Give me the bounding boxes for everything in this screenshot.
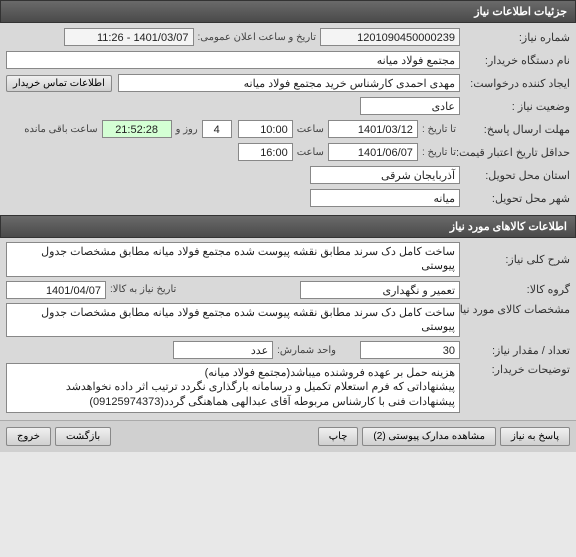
buyer-name-value: مجتمع فولاد میانه (6, 51, 460, 69)
need-date-value: 1401/04/07 (6, 281, 106, 299)
need-date-label: تاریخ نیاز به کالا: (106, 284, 180, 295)
unit-value: عدد (173, 341, 273, 359)
need-info-body: شماره نیاز: 1201090450000239 تاریخ و ساع… (0, 23, 576, 215)
need-no-label: شماره نیاز: (460, 31, 570, 44)
goods-spec-value: ساخت کامل دک سرند مطابق نقشه پیوست شده م… (6, 303, 460, 338)
reply-button[interactable]: پاسخ به نیاز (500, 427, 570, 446)
buyer-notes-label: توضیحات خریدار: (460, 363, 570, 376)
remain-days-value: 4 (202, 120, 232, 138)
announce-dt-value: 1401/03/07 - 11:26 (64, 28, 194, 46)
goods-group-label: گروه کالا: (460, 283, 570, 296)
goods-info-body: شرح کلی نیاز: ساخت کامل دک سرند مطابق نق… (0, 238, 576, 420)
goods-desc-value: ساخت کامل دک سرند مطابق نقشه پیوست شده م… (6, 242, 460, 277)
to-date-label-2: تا تاریخ : (418, 147, 460, 158)
unit-label: واحد شمارش: (273, 345, 340, 356)
goods-info-header: اطلاعات کالاهای مورد نیاز (0, 215, 576, 238)
city-value: میانه (310, 189, 460, 207)
deadline-date-value: 1401/03/12 (328, 120, 418, 138)
back-button[interactable]: بازگشت (55, 427, 111, 446)
buyer-name-label: نام دستگاه خریدار: (460, 54, 570, 67)
goods-spec-label: مشخصات کالای مورد نیاز: (460, 303, 570, 316)
province-value: آذربایجان شرقی (310, 166, 460, 184)
print-button[interactable]: چاپ (318, 427, 359, 446)
goods-desc-label: شرح کلی نیاز: (460, 253, 570, 266)
time-label-1: ساعت (293, 124, 328, 135)
time-label-2: ساعت (293, 147, 328, 158)
remain-label: ساعت باقی مانده (20, 124, 101, 135)
valid-time-value: 16:00 (238, 143, 293, 161)
announce-dt-label: تاریخ و ساعت اعلان عمومی: (194, 32, 321, 43)
qty-label: تعداد / مقدار نیاز: (460, 344, 570, 357)
buyer-notes-value: هزینه حمل بر عهده فروشنده میباشد(مجتمع ف… (6, 363, 460, 413)
creator-label: ایجاد کننده درخواست: (460, 77, 570, 90)
reply-deadline-label: مهلت ارسال پاسخ: (460, 123, 570, 136)
exit-button[interactable]: خروج (6, 427, 51, 446)
to-date-label-1: تا تاریخ : (418, 124, 460, 135)
province-label: استان محل تحویل: (460, 169, 570, 182)
goods-group-value: تعمیر و نگهداری (300, 281, 460, 299)
contact-buyer-button[interactable]: اطلاعات تماس خریدار (6, 75, 112, 92)
price-valid-label: حداقل تاریخ اعتبار قیمت: (460, 146, 570, 159)
footer-toolbar: پاسخ به نیاز مشاهده مدارک پیوستی (2) چاپ… (0, 420, 576, 452)
need-status-value: عادی (360, 97, 460, 115)
deadline-time-value: 10:00 (238, 120, 293, 138)
need-status-label: وضعیت نیاز : (460, 100, 570, 113)
day-and-label: روز و (172, 124, 202, 135)
city-label: شهر محل تحویل: (460, 192, 570, 205)
need-no-value: 1201090450000239 (320, 28, 460, 46)
attachments-button[interactable]: مشاهده مدارک پیوستی (2) (362, 427, 496, 446)
qty-value: 30 (360, 341, 460, 359)
need-info-header: جزئیات اطلاعات نیاز (0, 0, 576, 23)
remain-time-value: 21:52:28 (102, 120, 172, 138)
valid-date-value: 1401/06/07 (328, 143, 418, 161)
creator-value: مهدی احمدی کارشناس خرید مجتمع فولاد میان… (118, 74, 460, 92)
